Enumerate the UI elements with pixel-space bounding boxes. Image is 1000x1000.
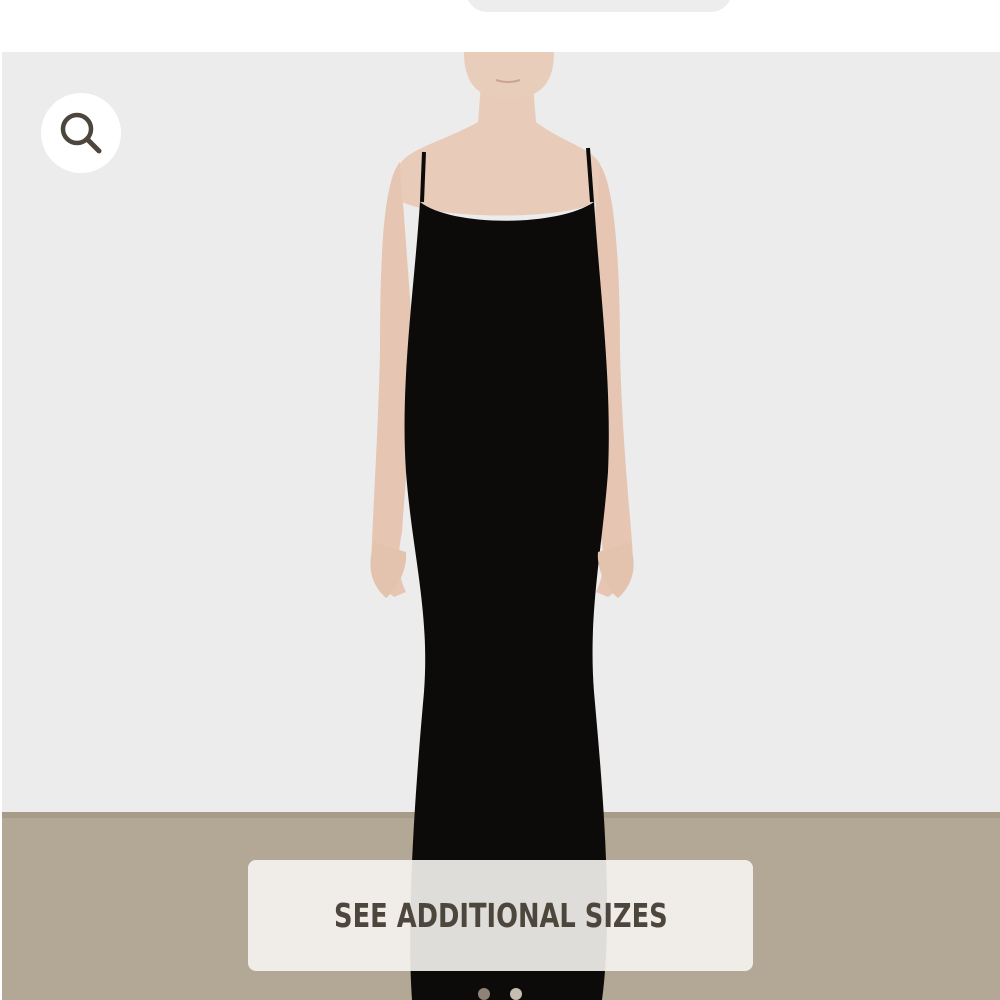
search-icon — [60, 112, 102, 154]
product-photo[interactable] — [2, 52, 1000, 1000]
search-button[interactable] — [41, 93, 121, 173]
see-additional-sizes-label: SEE ADDITIONAL SIZES — [333, 896, 668, 935]
carousel-dot[interactable] — [510, 988, 522, 1000]
see-additional-sizes-button[interactable]: SEE ADDITIONAL SIZES — [248, 860, 753, 971]
product-page: SEE ADDITIONAL SIZES — [0, 0, 1000, 1000]
top-bar — [0, 0, 1000, 52]
carousel-dot[interactable] — [478, 988, 490, 1000]
carousel-dots — [470, 988, 530, 1000]
search-pill[interactable] — [466, 0, 732, 12]
dress-model-illustration — [2, 52, 1000, 1000]
